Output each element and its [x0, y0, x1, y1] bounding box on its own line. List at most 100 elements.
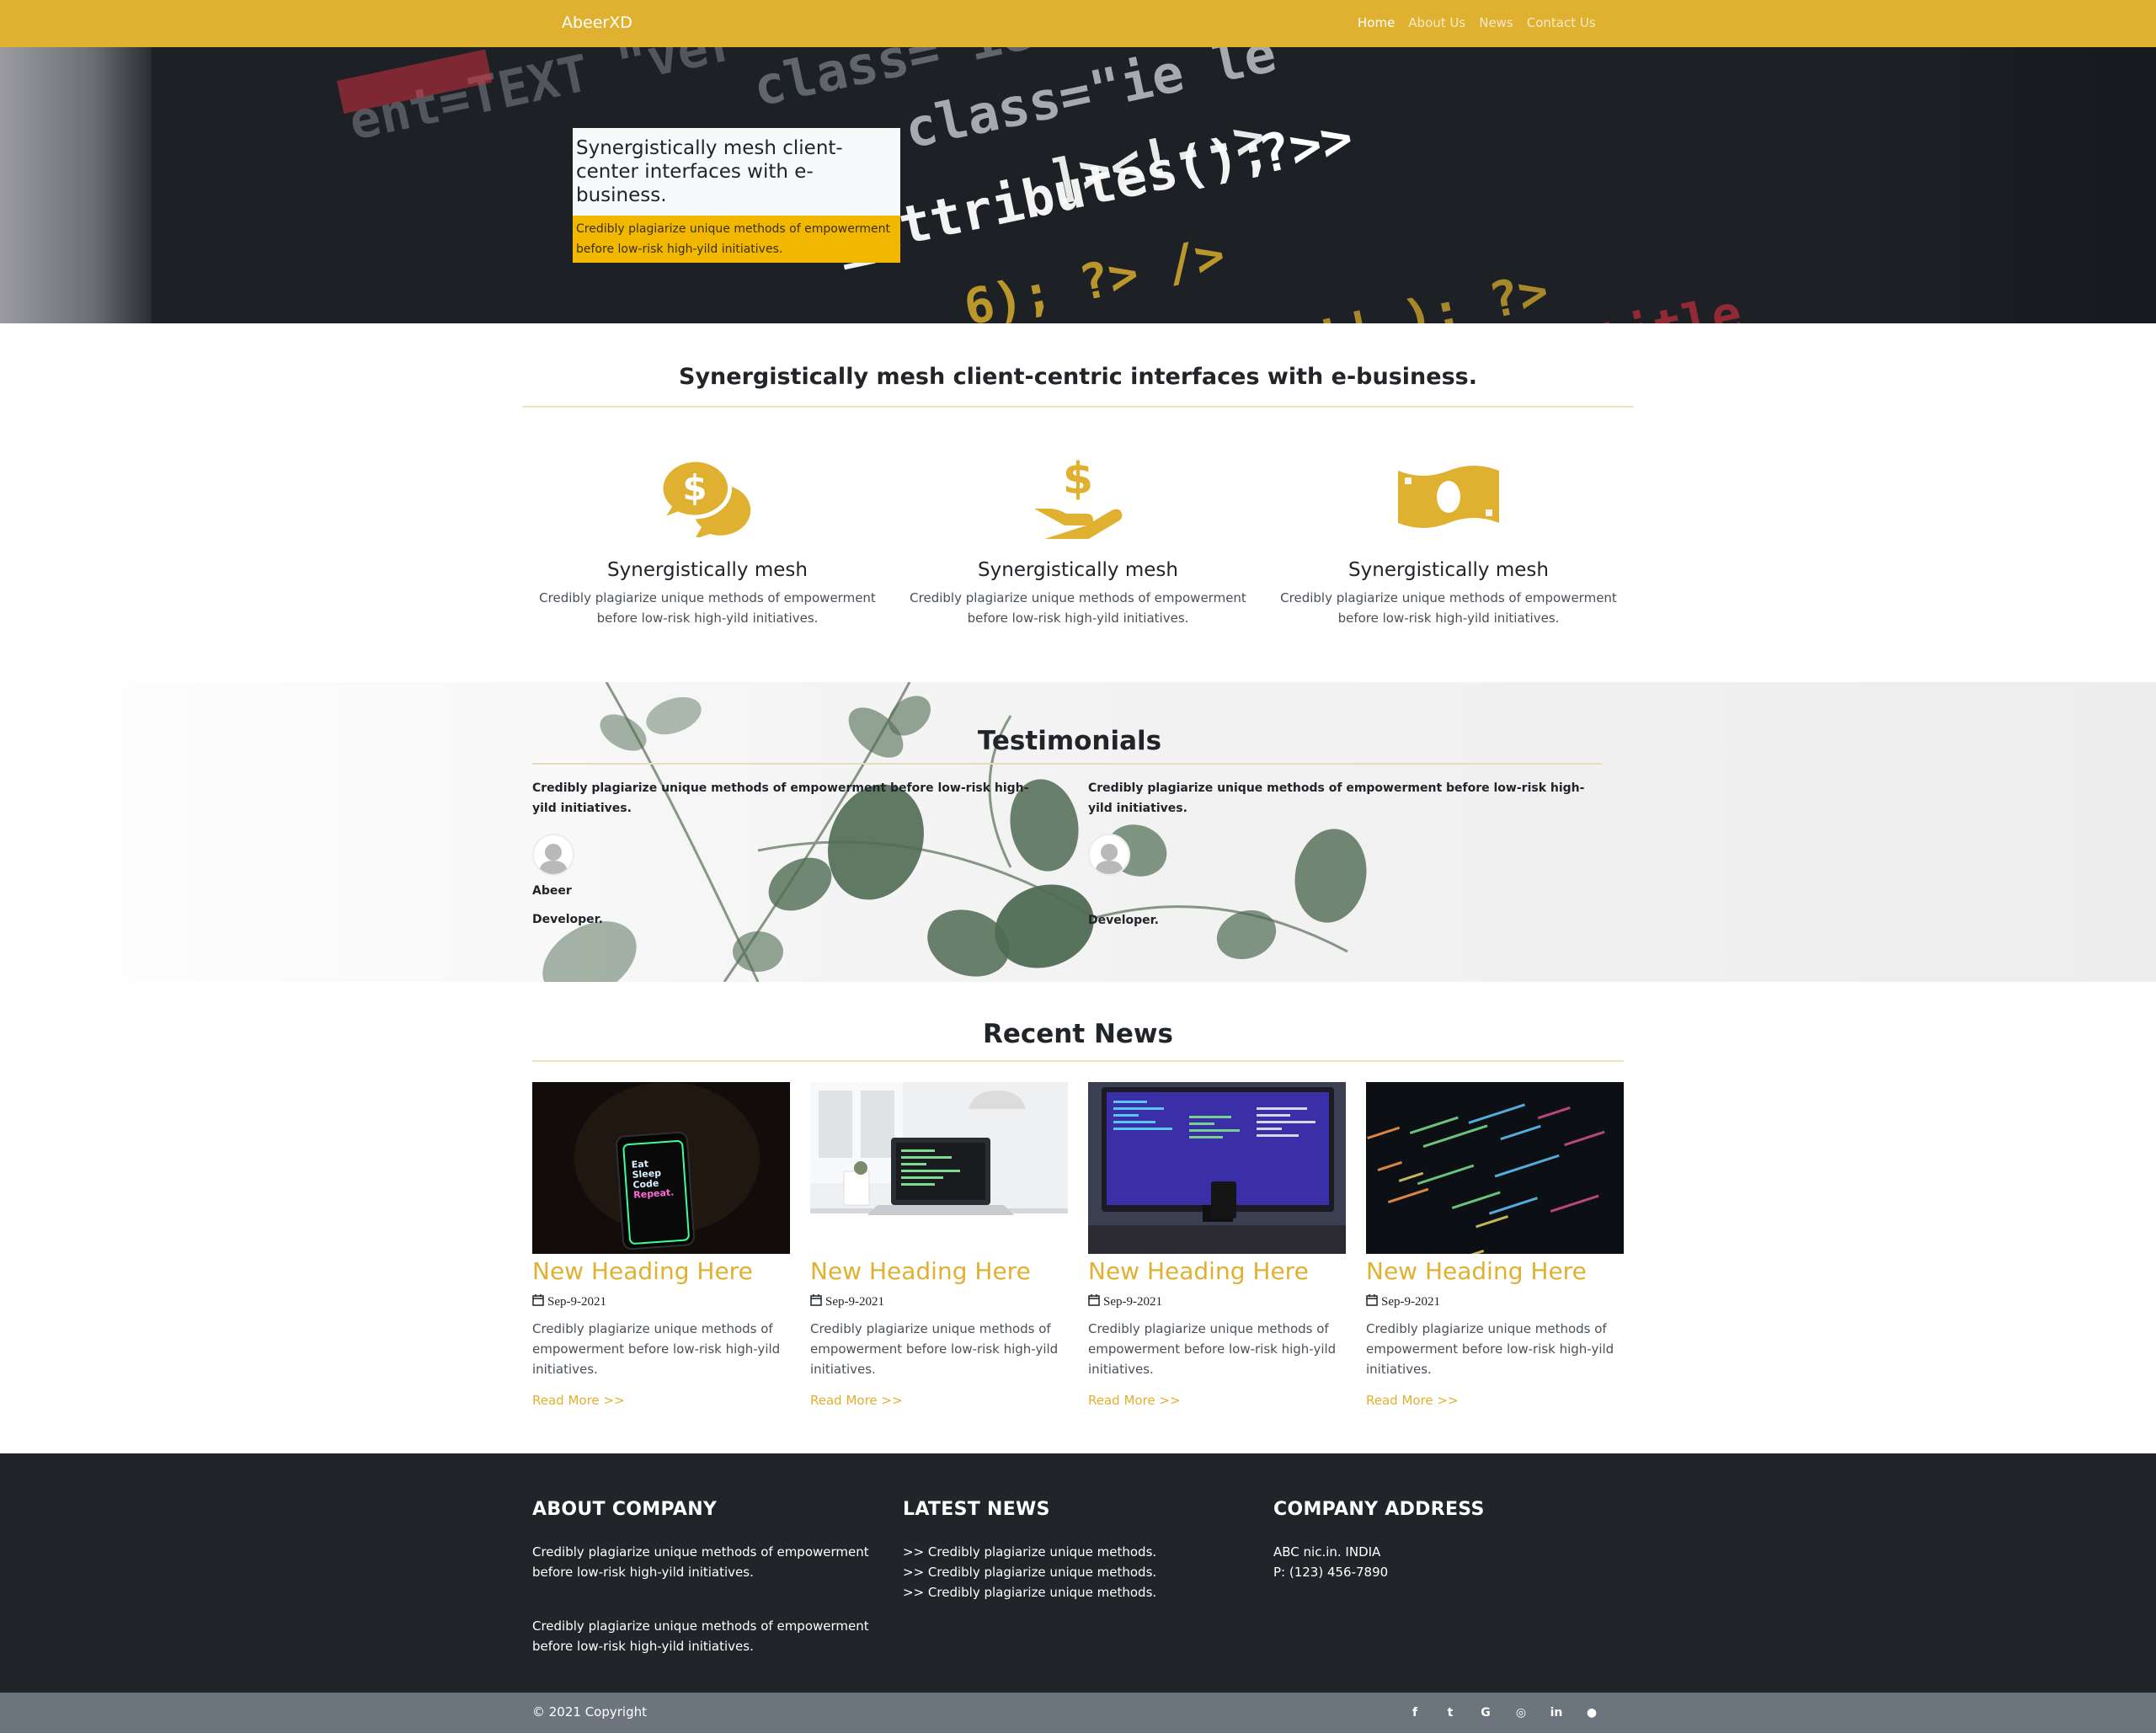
footer-about-title: ABOUT COMPANY — [532, 1499, 718, 1520]
footer-address: COMPANY ADDRESS ABC nic.in. INDIA P: (12… — [1273, 1499, 1627, 1582]
twitter-icon[interactable]: t — [1442, 1704, 1459, 1721]
news-text: Credibly plagiarize unique methods of em… — [1088, 1321, 1337, 1377]
avatar — [532, 834, 574, 876]
news-card: New Heading Here Sep-9-2021 Credibly pla… — [1088, 1082, 1346, 1408]
feature-text: Credibly plagiarize unique methods of em… — [910, 590, 1246, 626]
read-more-link[interactable]: Read More >> — [1088, 1393, 1346, 1408]
news-card: New Heading Here Sep-9-2021 Credibly pla… — [810, 1082, 1068, 1408]
svg-text:$: $ — [1063, 455, 1093, 504]
news-heading: Recent News — [982, 1019, 1174, 1049]
news-image — [810, 1082, 1068, 1254]
google-icon[interactable]: G — [1477, 1704, 1494, 1721]
footer-latest-title: LATEST NEWS — [903, 1499, 1050, 1520]
news-date-text: Sep-9-2021 — [547, 1295, 606, 1309]
footer-latest-news: LATEST NEWS >> Credibly plagiarize uniqu… — [903, 1499, 1257, 1602]
facebook-icon[interactable]: f — [1406, 1704, 1423, 1721]
features-heading: Synergistically mesh client-centric inte… — [679, 364, 1477, 390]
hero-text: Credibly plagiarize unique methods of em… — [573, 216, 900, 263]
feature-1: $ Synergistically mesh Credibly plagiari… — [539, 455, 876, 628]
calendar-icon — [1366, 1294, 1378, 1310]
hero-card: Synergistically mesh client-center inter… — [573, 128, 900, 263]
news-title[interactable]: New Heading Here — [532, 1256, 790, 1288]
footer-news-link[interactable]: >> Credibly plagiarize unique methods. — [903, 1562, 1257, 1582]
feature-3: Synergistically mesh Credibly plagiarize… — [1280, 455, 1617, 628]
nav-link-about[interactable]: About Us — [1408, 15, 1465, 30]
news-text: Credibly plagiarize unique methods of em… — [810, 1321, 1059, 1377]
bottom-bar: © 2021 Copyright f t G ◎ in ● — [0, 1693, 2156, 1733]
news-image — [1366, 1082, 1624, 1254]
news-card: Eat Sleep Code Repeat. New Heading Here … — [532, 1082, 790, 1408]
news-title[interactable]: New Heading Here — [810, 1256, 1068, 1288]
news-title[interactable]: New Heading Here — [1366, 1256, 1624, 1288]
feature-title: Synergistically mesh — [607, 559, 808, 581]
testimonial-2: Credibly plagiarize unique methods of em… — [1088, 778, 1593, 927]
news-date: Sep-9-2021 — [1366, 1294, 1624, 1310]
brand-logo[interactable]: AbeerXD — [562, 13, 632, 32]
feature-text: Credibly plagiarize unique methods of em… — [1280, 590, 1617, 626]
testimonial-quote: Credibly plagiarize unique methods of em… — [1088, 781, 1585, 815]
testimonials-heading: Testimonials — [977, 726, 1162, 756]
nav-link-contact[interactable]: Contact Us — [1527, 15, 1596, 30]
footer-address-title: COMPANY ADDRESS — [1273, 1499, 1485, 1520]
testimonial-1: Credibly plagiarize unique methods of em… — [532, 778, 1038, 926]
read-more-link[interactable]: Read More >> — [1366, 1393, 1624, 1408]
navbar: AbeerXD Home About Us News Contact Us — [0, 0, 2156, 47]
testimonials-section: Testimonials Credibly plagiarize unique … — [0, 682, 2156, 982]
testimonial-role: Developer. — [532, 913, 603, 926]
footer-phone-line: P: (123) 456-7890 — [1273, 1565, 1389, 1580]
news-date: Sep-9-2021 — [810, 1294, 1068, 1310]
news-date-text: Sep-9-2021 — [1103, 1295, 1162, 1309]
read-more-link[interactable]: Read More >> — [810, 1393, 1068, 1408]
nav-link-news[interactable]: News — [1479, 15, 1513, 30]
footer-about-text: Credibly plagiarize unique methods of em… — [532, 1544, 869, 1580]
nav-links: Home About Us News Contact Us — [1358, 15, 1596, 30]
footer: ABOUT COMPANY Credibly plagiarize unique… — [0, 1453, 2156, 1693]
news-date-text: Sep-9-2021 — [1381, 1295, 1440, 1309]
footer-address-lines: ABC nic.in. INDIA P: (123) 456-7890 — [1273, 1542, 1627, 1582]
calendar-icon — [532, 1294, 544, 1310]
news-image: Eat Sleep Code Repeat. — [532, 1082, 790, 1254]
calendar-icon — [810, 1294, 822, 1310]
testimonials-divider — [532, 763, 1602, 765]
calendar-icon — [1088, 1294, 1100, 1310]
github-icon[interactable]: ● — [1583, 1704, 1600, 1721]
footer-news-link[interactable]: >> Credibly plagiarize unique methods. — [903, 1542, 1257, 1562]
footer-address-line: ABC nic.in. INDIA — [1273, 1544, 1381, 1560]
testimonial-name — [1088, 884, 1593, 898]
testimonial-quote: Credibly plagiarize unique methods of em… — [532, 781, 1029, 815]
hand-holding-usd-icon: $ — [910, 455, 1246, 539]
feature-2: $ Synergistically mesh Credibly plagiari… — [910, 455, 1246, 628]
feature-title: Synergistically mesh — [978, 559, 1178, 581]
money-bill-icon — [1280, 455, 1617, 539]
testimonial-role: Developer. — [1088, 914, 1159, 927]
hero-code-background: ent=TEXT "ver class="ie ie class="ie le … — [152, 47, 2156, 323]
news-date: Sep-9-2021 — [1088, 1294, 1346, 1310]
news-title[interactable]: New Heading Here — [1088, 1256, 1346, 1288]
testimonial-name: Abeer — [532, 884, 572, 898]
footer-about-text: Credibly plagiarize unique methods of em… — [532, 1618, 869, 1654]
nav-link-home[interactable]: Home — [1358, 15, 1395, 30]
avatar — [1088, 834, 1130, 876]
news-text: Credibly plagiarize unique methods of em… — [1366, 1321, 1614, 1377]
news-divider — [532, 1060, 1624, 1062]
feature-text: Credibly plagiarize unique methods of em… — [539, 590, 876, 626]
footer-news-link[interactable]: >> Credibly plagiarize unique methods. — [903, 1582, 1257, 1602]
copyright-text: © 2021 Copyright — [532, 1704, 648, 1720]
linkedin-icon[interactable]: in — [1548, 1704, 1565, 1721]
news-date-text: Sep-9-2021 — [825, 1295, 884, 1309]
news-text: Credibly plagiarize unique methods of em… — [532, 1321, 781, 1377]
footer-latest-list: >> Credibly plagiarize unique methods. >… — [903, 1542, 1257, 1602]
instagram-icon[interactable]: ◎ — [1513, 1704, 1529, 1721]
news-card: New Heading Here Sep-9-2021 Credibly pla… — [1366, 1082, 1624, 1408]
footer-about: ABOUT COMPANY Credibly plagiarize unique… — [532, 1499, 886, 1656]
feature-title: Synergistically mesh — [1348, 559, 1549, 581]
hero-title: Synergistically mesh client-center inter… — [573, 128, 900, 216]
news-date: Sep-9-2021 — [532, 1294, 790, 1310]
comments-dollar-icon: $ — [539, 455, 876, 539]
features-divider — [522, 406, 1634, 408]
social-links: f t G ◎ in ● — [1406, 1704, 1600, 1721]
news-image — [1088, 1082, 1346, 1254]
svg-text:$: $ — [682, 467, 707, 509]
read-more-link[interactable]: Read More >> — [532, 1393, 790, 1408]
hero-banner: ent=TEXT "ver class="ie ie class="ie le … — [0, 47, 2156, 323]
